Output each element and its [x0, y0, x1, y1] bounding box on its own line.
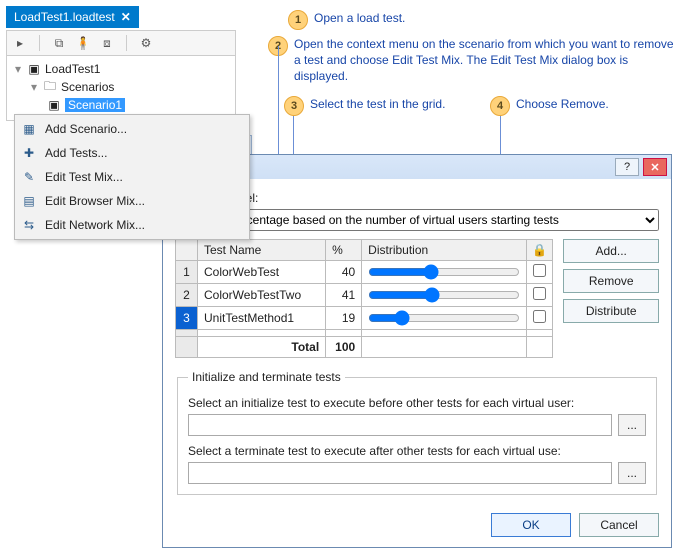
add-button[interactable]: Add...: [563, 239, 659, 263]
col-distribution[interactable]: Distribution: [362, 240, 527, 261]
cell-test-name[interactable]: ColorWebTest: [198, 261, 326, 284]
cancel-button[interactable]: Cancel: [579, 513, 659, 537]
lock-checkbox[interactable]: [533, 264, 546, 277]
counter-icon[interactable]: ⧉: [52, 36, 66, 50]
cell-lock[interactable]: [527, 307, 553, 330]
cell-slider[interactable]: [362, 284, 527, 307]
table-row-blank: [176, 330, 553, 337]
document-tab-title: LoadTest1.loadtest: [14, 10, 115, 24]
leader-line: [278, 46, 279, 158]
cell-percent[interactable]: 40: [326, 261, 362, 284]
distribute-button[interactable]: Distribute: [563, 299, 659, 323]
document-tab[interactable]: LoadTest1.loadtest ✕: [6, 6, 139, 28]
add-tests-icon: ✚: [21, 145, 37, 161]
cell-percent[interactable]: 19: [326, 307, 362, 330]
loadtest-icon: ▣: [27, 63, 41, 75]
cell-lock[interactable]: [527, 261, 553, 284]
test-mix-grid[interactable]: Test Name % Distribution 🔒 1 ColorWebTes…: [175, 239, 553, 358]
ctx-add-scenario[interactable]: ▦ Add Scenario...: [15, 117, 249, 141]
col-percent[interactable]: %: [326, 240, 362, 261]
edit-network-mix-icon: ⇆: [21, 217, 37, 233]
close-button[interactable]: ✕: [643, 158, 667, 176]
loadtest-tree: ▾ ▣ LoadTest1 ▾ 🗀 Scenarios ▣ Scenario1: [6, 56, 236, 121]
init-label: Select an initialize test to execute bef…: [188, 396, 646, 410]
table-row[interactable]: 2 ColorWebTestTwo 41: [176, 284, 553, 307]
table-row-total: Total 100: [176, 337, 553, 358]
term-label: Select a terminate test to execute after…: [188, 444, 646, 458]
toolbar-separator: [126, 35, 127, 51]
callout-badge-4: 4: [490, 96, 510, 116]
edit-test-mix-icon: ✎: [21, 169, 37, 185]
init-browse-button[interactable]: ...: [618, 414, 646, 436]
remove-button[interactable]: Remove: [563, 269, 659, 293]
edit-browser-mix-icon: ▤: [21, 193, 37, 209]
col-index: [176, 240, 198, 261]
lock-checkbox[interactable]: [533, 287, 546, 300]
help-button[interactable]: ?: [615, 158, 639, 176]
callout-text-2: Open the context menu on the scenario fr…: [294, 36, 674, 85]
total-value: 100: [326, 337, 362, 358]
ctx-label: Add Scenario...: [45, 122, 127, 136]
callout-text-3: Select the test in the grid.: [310, 96, 445, 116]
scenario-node-icon: ▣: [47, 99, 61, 111]
ctx-edit-browser-mix[interactable]: ▤ Edit Browser Mix...: [15, 189, 249, 213]
tree-node-scenario1[interactable]: Scenario1: [65, 98, 125, 112]
cell-percent[interactable]: 41: [326, 284, 362, 307]
cell-test-name[interactable]: ColorWebTestTwo: [198, 284, 326, 307]
callout-text-1: Open a load test.: [314, 10, 405, 30]
ctx-label: Add Tests...: [45, 146, 107, 160]
scenario-icon[interactable]: 🧍: [76, 36, 90, 50]
table-row[interactable]: 1 ColorWebTest 40: [176, 261, 553, 284]
cell-slider[interactable]: [362, 261, 527, 284]
settings-icon[interactable]: ⚙: [139, 36, 153, 50]
tree-node-root[interactable]: LoadTest1: [45, 62, 100, 76]
run-icon[interactable]: ▸: [13, 36, 27, 50]
ctx-label: Edit Browser Mix...: [45, 194, 145, 208]
tree-toggle[interactable]: ▾: [13, 62, 23, 76]
init-terminate-group: Initialize and terminate tests Select an…: [177, 370, 657, 495]
tree-node-scenarios[interactable]: Scenarios: [61, 80, 114, 94]
row-index: [176, 330, 198, 337]
row-index: 1: [176, 261, 198, 284]
ok-button[interactable]: OK: [491, 513, 571, 537]
callout-text-4: Choose Remove.: [516, 96, 609, 116]
folder-icon: 🗀: [43, 81, 57, 93]
distribution-slider[interactable]: [368, 287, 520, 303]
table-row[interactable]: 3 UnitTestMethod1 19: [176, 307, 553, 330]
lock-checkbox[interactable]: [533, 310, 546, 323]
term-browse-button[interactable]: ...: [618, 462, 646, 484]
distribution-slider[interactable]: [368, 310, 520, 326]
add-scenario-icon: ▦: [21, 121, 37, 137]
ctx-label: Edit Test Mix...: [45, 170, 123, 184]
distribution-slider[interactable]: [368, 264, 520, 280]
callout-badge-3: 3: [284, 96, 304, 116]
col-lock-icon: 🔒: [527, 240, 553, 261]
ctx-add-tests[interactable]: ✚ Add Tests...: [15, 141, 249, 165]
col-test-name[interactable]: Test Name: [198, 240, 326, 261]
row-index-selected: 3: [176, 307, 198, 330]
browser-icon[interactable]: ⧈: [100, 36, 114, 50]
row-index: 2: [176, 284, 198, 307]
close-tab-icon[interactable]: ✕: [121, 10, 131, 24]
total-label: Total: [198, 337, 326, 358]
cell-slider[interactable]: [362, 307, 527, 330]
toolbar-separator: [39, 35, 40, 51]
init-test-input[interactable]: [188, 414, 612, 436]
callout-badge-1: 1: [288, 10, 308, 30]
ctx-edit-test-mix[interactable]: ✎ Edit Test Mix...: [15, 165, 249, 189]
term-test-input[interactable]: [188, 462, 612, 484]
tree-toggle[interactable]: ▾: [29, 80, 39, 94]
ctx-edit-network-mix[interactable]: ⇆ Edit Network Mix...: [15, 213, 249, 237]
cell-test-name[interactable]: UnitTestMethod1: [198, 307, 326, 330]
loadtest-toolbar: ▸ ⧉ 🧍 ⧈ ⚙: [6, 30, 236, 56]
cell-lock[interactable]: [527, 284, 553, 307]
ctx-label: Edit Network Mix...: [45, 218, 145, 232]
init-terminate-legend: Initialize and terminate tests: [188, 370, 345, 384]
scenario-context-menu: ▦ Add Scenario... ✚ Add Tests... ✎ Edit …: [14, 114, 250, 240]
